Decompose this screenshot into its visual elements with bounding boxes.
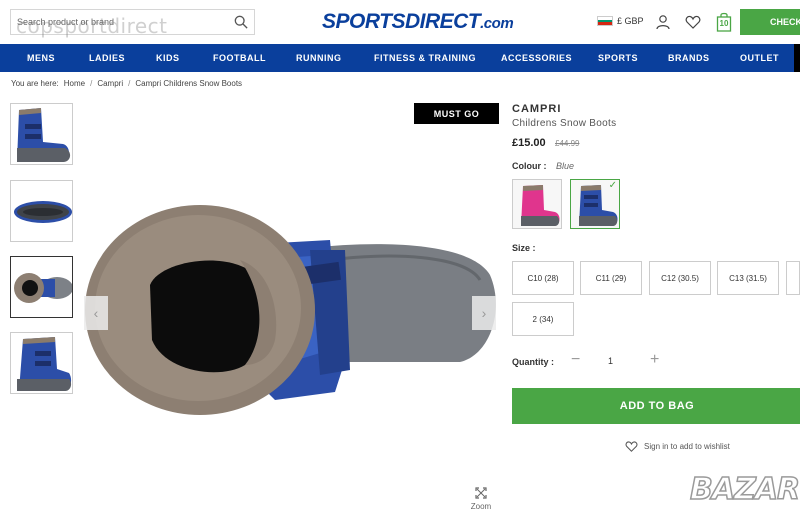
- thumbnail-side-view[interactable]: [10, 103, 73, 165]
- nav-item-football[interactable]: FOOTBALL: [213, 53, 266, 63]
- nav-item-running[interactable]: RUNNING: [296, 53, 342, 63]
- quantity-value[interactable]: 1: [608, 356, 613, 366]
- bag-icon[interactable]: 10: [716, 12, 732, 32]
- logo-main: SPORTSDIRECT: [322, 10, 481, 33]
- was-price: £44.99: [555, 139, 580, 148]
- nav-item-brands[interactable]: BRANDS: [668, 53, 710, 63]
- zoom-button[interactable]: Zoom: [466, 487, 496, 511]
- logo-suffix: .com: [480, 15, 514, 32]
- prev-image-button[interactable]: ‹: [84, 296, 108, 330]
- search-box[interactable]: [10, 9, 255, 35]
- thumbnail-sole-view[interactable]: [10, 180, 73, 242]
- site-header: copsportdirect SPORTSDIRECT.com £ GBP 10…: [0, 0, 800, 44]
- nav-item-ladies[interactable]: LADIES: [89, 53, 125, 63]
- main-nav: MENS LADIES KIDS FOOTBALL RUNNING FITNES…: [0, 44, 800, 72]
- bag-count: 10: [719, 19, 729, 28]
- size-option[interactable]: C12 (30.5): [649, 261, 711, 295]
- zoom-label: Zoom: [470, 502, 492, 511]
- bazar-watermark: BAZAR: [689, 471, 800, 508]
- breadcrumb: You are here: Home / Campri / Campri Chi…: [11, 79, 242, 88]
- nav-item-fitness-training[interactable]: FITNESS & TRAINING: [374, 53, 476, 63]
- nav-item-sports[interactable]: SPORTS: [598, 53, 638, 63]
- add-to-bag-button[interactable]: ADD TO BAG: [512, 388, 800, 424]
- size-option[interactable]: C11 (29): [580, 261, 642, 295]
- chevron-left-icon: ‹: [93, 305, 99, 321]
- checkmark-icon: ✓: [608, 180, 617, 191]
- expand-icon: [475, 487, 487, 499]
- chevron-right-icon: ›: [481, 305, 487, 321]
- next-image-button[interactable]: ›: [472, 296, 496, 330]
- colour-swatch-pink[interactable]: [512, 179, 562, 229]
- breadcrumb-current[interactable]: Campri Childrens Snow Boots: [135, 79, 242, 88]
- search-input[interactable]: [17, 17, 234, 27]
- product-brand[interactable]: CAMPRI: [512, 103, 561, 115]
- quantity-label: Quantity :: [512, 357, 554, 367]
- nav-item-outlet[interactable]: OUTLET: [740, 53, 779, 63]
- currency-label: £ GBP: [617, 16, 644, 26]
- nav-end-bar: [794, 44, 800, 72]
- main-product-image[interactable]: [80, 100, 500, 430]
- account-icon[interactable]: [655, 14, 671, 30]
- breadcrumb-separator: /: [90, 79, 93, 88]
- size-label: Size :: [512, 243, 536, 253]
- breadcrumb-separator: /: [128, 79, 131, 88]
- breadcrumb-campri[interactable]: Campri: [97, 79, 123, 88]
- colour-swatch-blue[interactable]: ✓: [570, 179, 620, 229]
- heart-plus-icon: [625, 441, 638, 452]
- nav-item-accessories[interactable]: ACCESSORIES: [501, 53, 572, 63]
- wishlist-label: Sign in to add to wishlist: [644, 441, 730, 451]
- product-name: Childrens Snow Boots: [512, 118, 617, 129]
- currency-selector[interactable]: £ GBP: [597, 16, 644, 26]
- search-icon[interactable]: [234, 15, 248, 29]
- wishlist-link[interactable]: Sign in to add to wishlist: [625, 440, 730, 452]
- checkout-button[interactable]: CHECK: [740, 9, 800, 35]
- product-price: £15.00: [512, 137, 546, 149]
- site-logo[interactable]: SPORTSDIRECT.com: [322, 10, 514, 34]
- size-option[interactable]: C13 (31.5): [717, 261, 779, 295]
- colour-value: Blue: [556, 161, 575, 171]
- nav-item-kids[interactable]: KIDS: [156, 53, 180, 63]
- thumbnail-front-view[interactable]: [10, 332, 73, 394]
- size-option[interactable]: 2 (34): [512, 302, 574, 336]
- breadcrumb-prefix: You are here:: [11, 79, 59, 88]
- quantity-increase-button[interactable]: +: [650, 351, 659, 369]
- bulgaria-flag-icon: [597, 16, 613, 26]
- thumbnail-top-view[interactable]: [10, 256, 73, 318]
- size-option-partial[interactable]: [786, 261, 800, 295]
- colour-label: Colour :: [512, 161, 547, 171]
- must-go-badge: MUST GO: [414, 103, 499, 124]
- quantity-decrease-button[interactable]: −: [571, 351, 580, 369]
- breadcrumb-home[interactable]: Home: [64, 79, 85, 88]
- nav-item-mens[interactable]: MENS: [27, 53, 55, 63]
- wishlist-heart-icon[interactable]: [685, 14, 701, 30]
- size-option[interactable]: C10 (28): [512, 261, 574, 295]
